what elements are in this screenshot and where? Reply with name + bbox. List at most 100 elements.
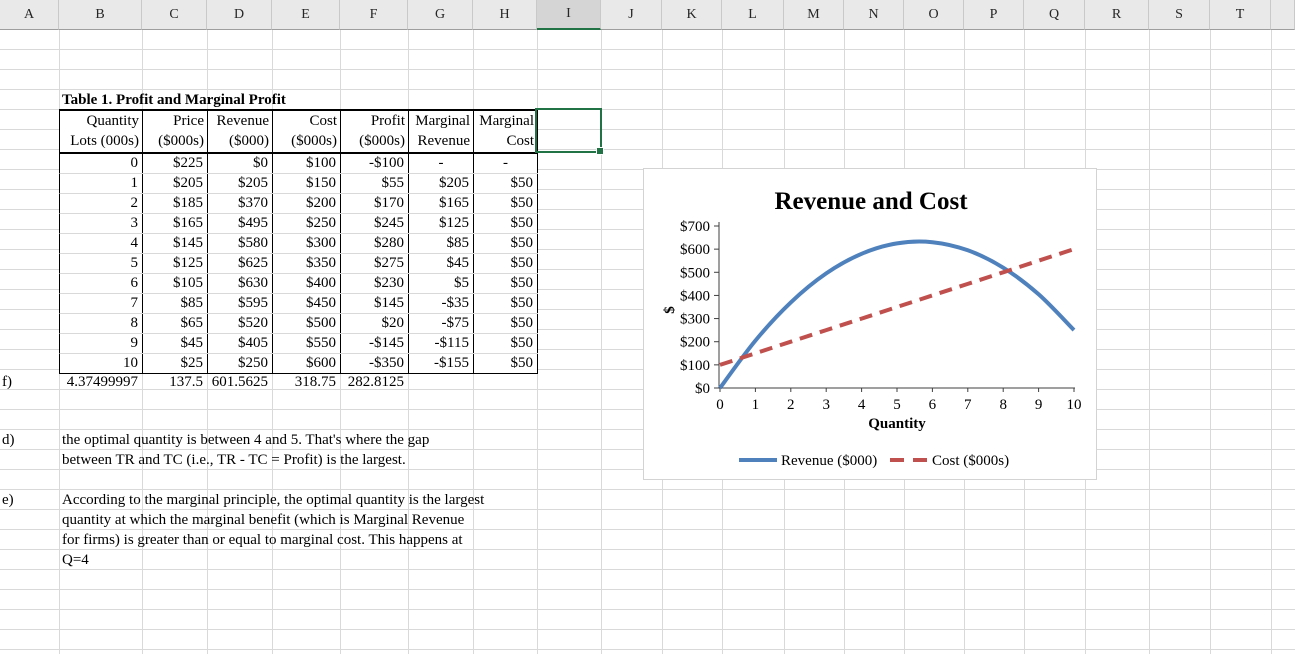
table-cell[interactable]: - (409, 154, 474, 173)
column-header-Q[interactable]: Q (1024, 0, 1085, 30)
note-label[interactable]: d) (2, 430, 15, 450)
column-header-A[interactable]: A (0, 0, 59, 30)
table-cell[interactable]: $125 (409, 214, 474, 233)
column-header-S[interactable]: S (1149, 0, 1210, 30)
f-row-value[interactable]: 137.5 (142, 372, 207, 392)
column-header-B[interactable]: B (59, 0, 142, 30)
table-cell[interactable]: 6 (60, 274, 143, 293)
table-cell[interactable]: $100 (273, 154, 341, 173)
table-cell[interactable]: $520 (208, 314, 273, 333)
table-cell[interactable]: $625 (208, 254, 273, 273)
table-cell[interactable]: $245 (341, 214, 409, 233)
table-cell[interactable]: $50 (474, 354, 538, 373)
f-row-value[interactable]: 601.5625 (207, 372, 272, 392)
table-cell[interactable]: $300 (273, 234, 341, 253)
table-header-cell[interactable]: Profit ($000s) (341, 111, 409, 152)
table-cell[interactable]: $500 (273, 314, 341, 333)
table-cell[interactable]: -$100 (341, 154, 409, 173)
f-row-label[interactable]: f) (2, 372, 12, 392)
table-cell[interactable]: $580 (208, 234, 273, 253)
table-cell[interactable]: 3 (60, 214, 143, 233)
column-header-P[interactable]: P (964, 0, 1024, 30)
table-cell[interactable]: $630 (208, 274, 273, 293)
column-header-R[interactable]: R (1085, 0, 1149, 30)
table-cell[interactable]: $50 (474, 274, 538, 293)
f-row-value[interactable]: 282.8125 (340, 372, 408, 392)
column-header-N[interactable]: N (844, 0, 904, 30)
table-header-cell[interactable]: Quantity Lots (000s) (60, 111, 143, 152)
table-cell[interactable]: $205 (143, 174, 208, 193)
table-cell[interactable]: $165 (143, 214, 208, 233)
table-header-cell[interactable]: Marginal Revenue (409, 111, 474, 152)
column-header-D[interactable]: D (207, 0, 272, 30)
column-header-T[interactable]: T (1210, 0, 1271, 30)
table-cell[interactable]: $200 (273, 194, 341, 213)
column-header-F[interactable]: F (340, 0, 408, 30)
table-cell[interactable]: 7 (60, 294, 143, 313)
table-cell[interactable]: $275 (341, 254, 409, 273)
table-cell[interactable]: $230 (341, 274, 409, 293)
table-cell[interactable]: $350 (273, 254, 341, 273)
table-cell[interactable]: $370 (208, 194, 273, 213)
column-header-K[interactable]: K (662, 0, 722, 30)
table-cell[interactable]: $50 (474, 194, 538, 213)
column-header-O[interactable]: O (904, 0, 964, 30)
column-header-E[interactable]: E (272, 0, 340, 30)
table-cell[interactable]: $85 (409, 234, 474, 253)
table-cell[interactable]: $165 (409, 194, 474, 213)
table-header-cell[interactable]: Cost ($000s) (273, 111, 341, 152)
table-cell[interactable]: $65 (143, 314, 208, 333)
table-cell[interactable]: -$75 (409, 314, 474, 333)
table-cell[interactable]: $50 (474, 314, 538, 333)
table-cell[interactable]: 4 (60, 234, 143, 253)
table-header-cell[interactable]: Price ($000s) (143, 111, 208, 152)
table-cell[interactable]: $205 (409, 174, 474, 193)
f-row-value[interactable] (408, 372, 473, 392)
table-cell[interactable]: 0 (60, 154, 143, 173)
table-cell[interactable]: $145 (341, 294, 409, 313)
table-cell[interactable]: $45 (143, 334, 208, 353)
table-cell[interactable]: -$155 (409, 354, 474, 373)
f-row-value[interactable]: 4.37499997 (59, 372, 142, 392)
table-cell[interactable]: $150 (273, 174, 341, 193)
table-header-cell[interactable]: Revenue ($000) (208, 111, 273, 152)
table-cell[interactable]: $495 (208, 214, 273, 233)
table-cell[interactable]: $5 (409, 274, 474, 293)
table-cell[interactable]: $145 (143, 234, 208, 253)
column-header-H[interactable]: H (473, 0, 537, 30)
table-cell[interactable]: - (474, 154, 538, 173)
f-row-value[interactable] (473, 372, 537, 392)
table-cell[interactable]: $250 (208, 354, 273, 373)
sheet-grid[interactable]: Table 1. Profit and Marginal Profit Quan… (0, 30, 1295, 654)
table-cell[interactable]: $85 (143, 294, 208, 313)
note-text[interactable]: According to the marginal principle, the… (62, 490, 484, 570)
table-cell[interactable]: $50 (474, 334, 538, 353)
column-header-M[interactable]: M (784, 0, 844, 30)
table-cell[interactable]: -$350 (341, 354, 409, 373)
table-cell[interactable]: $45 (409, 254, 474, 273)
table-cell[interactable]: 2 (60, 194, 143, 213)
table-header-cell[interactable]: Marginal Cost (474, 111, 538, 152)
table-cell[interactable]: -$35 (409, 294, 474, 313)
table-cell[interactable]: $55 (341, 174, 409, 193)
column-header-L[interactable]: L (722, 0, 784, 30)
table-cell[interactable]: $280 (341, 234, 409, 253)
selection-box[interactable] (535, 108, 604, 155)
table-cell[interactable]: $550 (273, 334, 341, 353)
table-cell[interactable]: $450 (273, 294, 341, 313)
note-label[interactable]: e) (2, 490, 14, 510)
table-cell[interactable]: $170 (341, 194, 409, 213)
table-cell[interactable]: $20 (341, 314, 409, 333)
column-header-C[interactable]: C (142, 0, 207, 30)
table-cell[interactable]: -$115 (409, 334, 474, 353)
column-header-J[interactable]: J (601, 0, 662, 30)
selection-fill-handle[interactable] (596, 147, 604, 155)
table-cell[interactable]: $125 (143, 254, 208, 273)
table-cell[interactable]: $50 (474, 174, 538, 193)
table-cell[interactable]: -$145 (341, 334, 409, 353)
table-cell[interactable]: $0 (208, 154, 273, 173)
table-cell[interactable]: 8 (60, 314, 143, 333)
revenue-cost-chart[interactable]: Revenue and Cost $0 $100 $200 $300 $400 $500 $6… (643, 168, 1097, 480)
column-header-I[interactable]: I (537, 0, 601, 30)
table-cell[interactable]: $600 (273, 354, 341, 373)
